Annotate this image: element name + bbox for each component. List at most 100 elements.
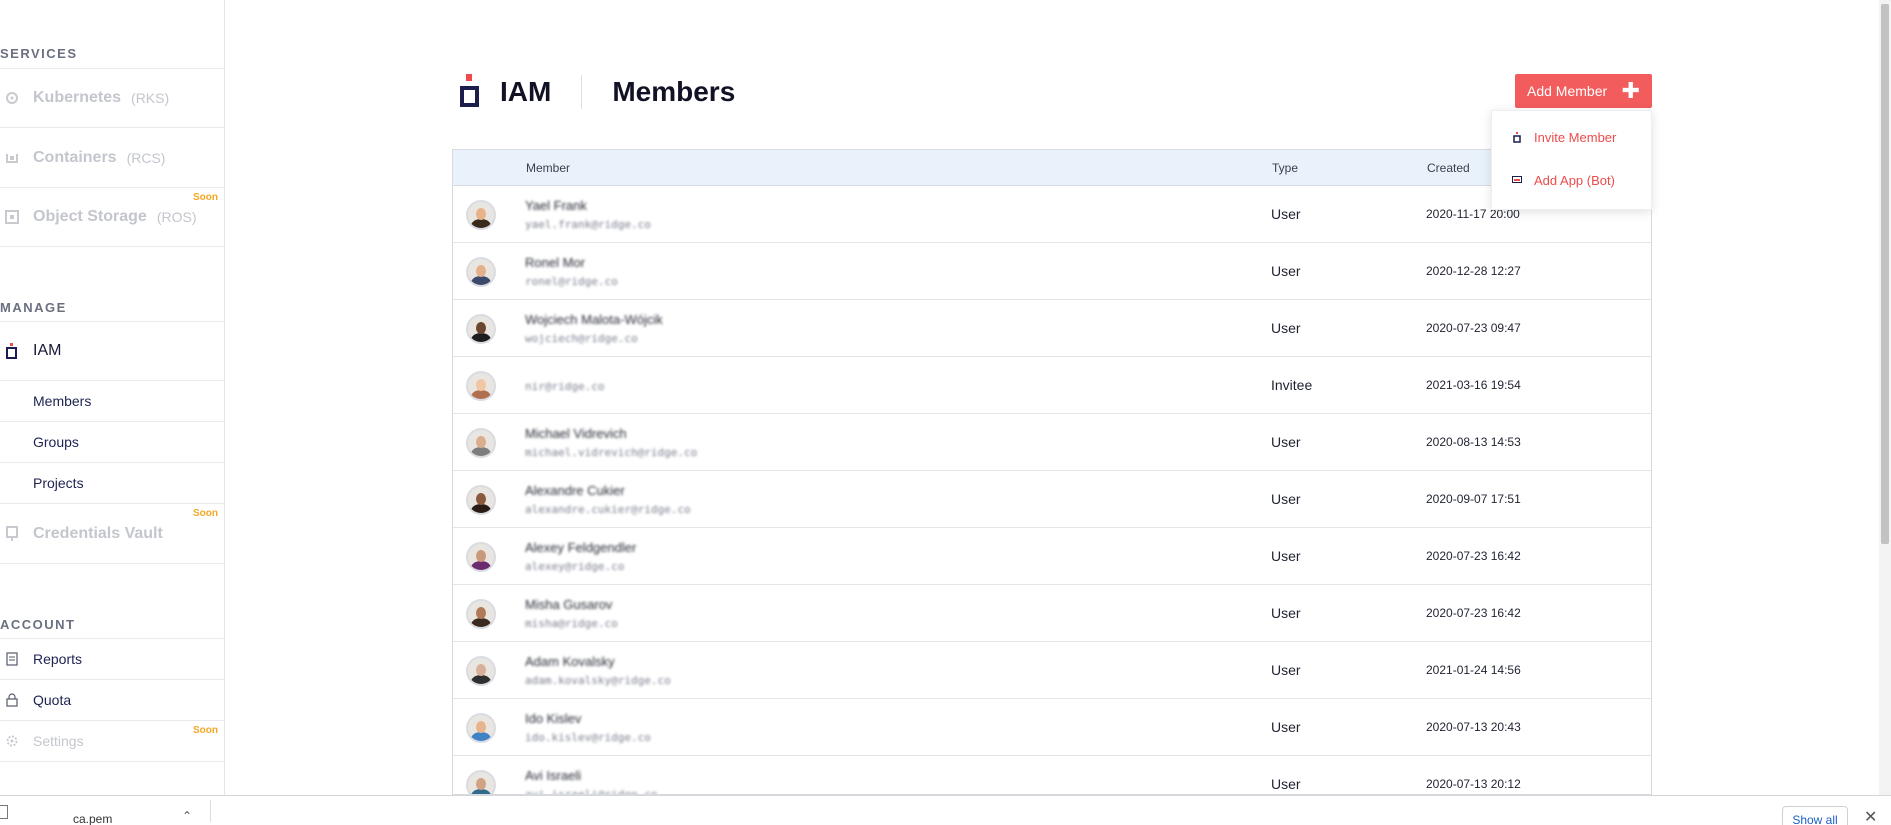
member-type: User xyxy=(1271,605,1301,621)
sidebar-item-label: Members xyxy=(33,393,92,409)
kubernetes-icon xyxy=(5,91,19,105)
member-type: User xyxy=(1271,548,1301,564)
member-type: User xyxy=(1271,719,1301,735)
member-email: ido.kislev@ridge.co xyxy=(525,731,651,744)
sidebar-item-members[interactable]: Members xyxy=(0,380,224,421)
avatar xyxy=(466,485,496,515)
iam-icon xyxy=(5,343,19,359)
member-created: 2020-08-13 14:53 xyxy=(1426,435,1521,449)
sidebar-item-quota[interactable]: Quota xyxy=(0,679,224,720)
services-heading: SERVICES xyxy=(0,46,78,61)
soon-badge: Soon xyxy=(193,725,218,736)
table-row[interactable]: Alexandre Cukier alexandre.cukier@ridge.c… xyxy=(453,471,1651,528)
member-email: alexandre.cukier@ridge.co xyxy=(525,503,691,516)
page-scrollbar[interactable] xyxy=(1879,0,1891,795)
sidebar-item-label: Reports xyxy=(33,651,83,667)
member-email: avi.israeli@ridge.co xyxy=(525,788,658,795)
member-created: 2021-01-24 14:56 xyxy=(1426,663,1521,677)
file-icon xyxy=(0,805,8,819)
plus-icon: ✚ xyxy=(1621,78,1640,103)
sidebar-item-label: Groups xyxy=(33,434,79,450)
add-member-dropdown: Invite Member Add App (Bot) xyxy=(1491,110,1652,210)
member-type: User xyxy=(1271,434,1301,450)
page-header: IAM Members xyxy=(458,72,735,112)
member-email: misha@ridge.co xyxy=(525,617,618,630)
table-row[interactable]: nir@ridge.co Invitee 2021-03-16 19:54 xyxy=(453,357,1651,414)
member-name: Yael Frank xyxy=(525,198,587,213)
sidebar-item-settings: Soon Settings xyxy=(0,720,224,761)
member-name: Avi Israeli xyxy=(525,768,582,783)
table-row[interactable]: Michael Vidrevich michael.vidrevich@ridge… xyxy=(453,414,1651,471)
invite-member-item[interactable]: Invite Member xyxy=(1492,119,1652,155)
chevron-up-icon[interactable]: ⌃ xyxy=(182,809,192,823)
table-row[interactable]: Misha Gusarov misha@ridge.co User 2020-07-2… xyxy=(453,585,1651,642)
avatar xyxy=(466,371,496,401)
sidebar-item-label: Object Storage xyxy=(33,208,147,225)
iam-icon xyxy=(458,74,480,110)
table-row[interactable]: Alexey Feldgendler alexey@ridge.co User 202… xyxy=(453,528,1651,585)
avatar xyxy=(466,200,496,230)
member-name: Ido Kislev xyxy=(525,711,582,726)
divider xyxy=(0,563,224,613)
member-created: 2020-07-23 09:47 xyxy=(1426,321,1521,335)
column-header-created[interactable]: Created xyxy=(1427,161,1470,175)
sidebar-item-iam[interactable]: IAM xyxy=(0,321,224,380)
member-email: alexey@ridge.co xyxy=(525,560,625,573)
member-created: 2020-07-13 20:43 xyxy=(1426,720,1521,734)
sidebar-item-kubernetes: Kubernetes (RKS) xyxy=(0,68,224,127)
avatar xyxy=(466,656,496,686)
sidebar-item-reports[interactable]: Reports xyxy=(0,638,224,679)
avatar xyxy=(466,314,496,344)
member-created: 2020-07-23 16:42 xyxy=(1426,549,1521,563)
avatar xyxy=(466,428,496,458)
column-header-type[interactable]: Type xyxy=(1272,161,1298,175)
member-created: 2020-07-13 20:12 xyxy=(1426,777,1521,791)
member-type: User xyxy=(1271,320,1301,336)
divider xyxy=(581,75,583,109)
sidebar-item-containers: Containers (RCS) xyxy=(0,127,224,187)
member-name: Wojciech Malota-Wójcik xyxy=(525,312,663,327)
sidebar-item-sublabel: (ROS) xyxy=(156,209,197,225)
add-app-bot-item[interactable]: Add App (Bot) xyxy=(1492,162,1652,198)
table-row[interactable]: Adam Kovalsky adam.kovalsky@ridge.co User 2… xyxy=(453,642,1651,699)
app-window: SERVICES Kubernetes (RKS) Containers (RC… xyxy=(0,0,1891,825)
member-email: yael.frank@ridge.co xyxy=(525,218,651,231)
avatar xyxy=(466,713,496,743)
divider xyxy=(0,246,224,296)
member-name: Michael Vidrevich xyxy=(525,426,627,441)
object-storage-icon xyxy=(5,210,19,224)
sidebar-item-label: Quota xyxy=(33,692,72,708)
sidebar-item-label: Projects xyxy=(33,475,84,491)
member-created: 2020-09-07 17:51 xyxy=(1426,492,1521,506)
table-row[interactable]: Ronel Mor ronel@ridge.co User 2020-12-28 12… xyxy=(453,243,1651,300)
avatar xyxy=(466,542,496,572)
close-icon[interactable]: ✕ xyxy=(1864,807,1877,825)
soon-badge: Soon xyxy=(193,192,218,203)
member-email: nir@ridge.co xyxy=(525,380,605,393)
sidebar-item-label: IAM xyxy=(33,342,62,359)
add-member-button[interactable]: Add Member ✚ xyxy=(1515,74,1652,108)
sidebar-item-label: Settings xyxy=(33,733,84,749)
member-created: 2020-07-23 16:42 xyxy=(1426,606,1521,620)
download-file-name[interactable]: ca.pem xyxy=(73,812,112,825)
member-created: 2020-12-28 12:27 xyxy=(1426,264,1521,278)
table-row[interactable]: Wojciech Malota-Wójcik wojciech@ridge.co U… xyxy=(453,300,1651,357)
quota-icon xyxy=(5,693,19,707)
table-row[interactable]: Yael Frank yael.frank@ridge.co User 2020-11… xyxy=(453,186,1651,243)
divider xyxy=(0,761,224,762)
sidebar-item-sublabel: (RKS) xyxy=(131,90,170,106)
table-row[interactable]: Ido Kislev ido.kislev@ridge.co User 2020-07… xyxy=(453,699,1651,756)
column-header-member[interactable]: Member xyxy=(526,161,570,175)
table-row[interactable]: Avi Israeli avi.israeli@ridge.co User 2020-… xyxy=(453,756,1651,795)
page-title: Members xyxy=(612,76,736,107)
section-title: IAM xyxy=(500,76,552,107)
sidebar-item-projects[interactable]: Projects xyxy=(0,462,224,503)
avatar xyxy=(466,599,496,629)
scrollbar-thumb[interactable] xyxy=(1881,4,1889,544)
sidebar-item-groups[interactable]: Groups xyxy=(0,421,224,462)
avatar xyxy=(466,770,496,794)
show-all-button[interactable]: Show all xyxy=(1782,806,1848,825)
table-body: Yael Frank yael.frank@ridge.co User 2020-11… xyxy=(453,186,1651,795)
sidebar-item-label: Credentials Vault xyxy=(33,524,163,542)
member-type: User xyxy=(1271,776,1301,792)
